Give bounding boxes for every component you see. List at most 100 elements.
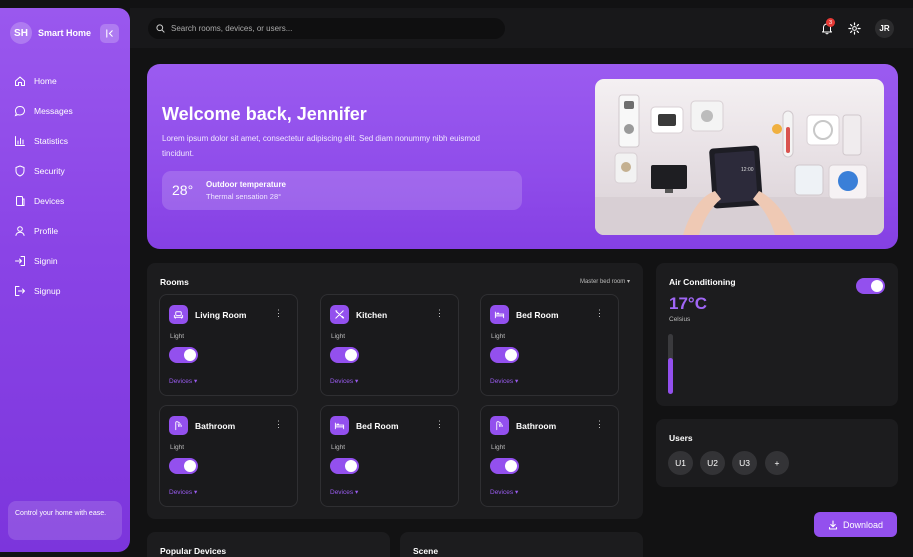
room-name: Living Room: [195, 310, 247, 320]
devices-dropdown[interactable]: Devices ▾: [330, 377, 358, 385]
ac-temperature: 17°C: [669, 294, 707, 313]
sidebar-promo-card: Control your home with ease.: [8, 501, 122, 540]
search-input[interactable]: [171, 24, 491, 33]
more-options-icon[interactable]: ⋮: [274, 308, 283, 319]
utensils-icon: [330, 305, 349, 324]
light-label: Light: [170, 333, 185, 340]
room-card-bathroom[interactable]: Bathroom ⋮ Light Devices ▾: [159, 405, 298, 507]
tablet-clock: 12:00: [741, 167, 754, 173]
more-options-icon[interactable]: ⋮: [435, 419, 444, 430]
sidebar-item-statistics[interactable]: Statistics: [14, 126, 119, 156]
sidebar-item-profile[interactable]: Profile: [14, 216, 119, 246]
devices-dropdown-label: Devices: [490, 489, 514, 496]
sidebar-item-home[interactable]: Home: [14, 66, 119, 96]
light-toggle[interactable]: [330, 347, 359, 363]
more-options-icon[interactable]: ⋮: [595, 308, 604, 319]
sidebar-item-label: Devices: [34, 196, 65, 206]
welcome-text: Lorem ipsum dolor sit amet, consectetur …: [162, 134, 480, 158]
brand: SH Smart Home: [10, 22, 91, 44]
brand-logo: SH: [10, 22, 32, 44]
sign-in-icon: [15, 256, 25, 266]
more-options-icon[interactable]: ⋮: [435, 308, 444, 319]
devices-dropdown-label: Devices: [330, 378, 354, 385]
room-card-bathroom-2[interactable]: Bathroom ⋮ Light Devices ▾: [480, 405, 619, 507]
shower-icon: [490, 416, 509, 435]
gear-icon[interactable]: [848, 22, 861, 35]
sidebar-item-label: Signin: [34, 256, 58, 266]
users-panel: Users U1 U2 U3 +: [656, 419, 898, 487]
light-toggle[interactable]: [169, 458, 198, 474]
rooms-panel: Rooms Master bed room ▾ Living Room ⋮ Li…: [147, 263, 643, 519]
light-toggle[interactable]: [490, 458, 519, 474]
collapse-sidebar-button[interactable]: [100, 24, 119, 43]
devices-dropdown[interactable]: Devices ▾: [169, 377, 197, 385]
temperature-slider[interactable]: [668, 334, 673, 394]
more-options-icon[interactable]: ⋮: [595, 419, 604, 430]
outdoor-temperature-label: Outdoor temperature: [206, 180, 287, 189]
bed-icon: [330, 416, 349, 435]
devices-icon: [16, 196, 25, 206]
user-avatar[interactable]: U2: [700, 451, 725, 475]
sidebar-item-signup[interactable]: Signup: [14, 276, 119, 306]
chevron-down-icon: ▾: [354, 489, 359, 496]
devices-dropdown[interactable]: Devices ▾: [330, 488, 358, 496]
sidebar-item-label: Signup: [34, 286, 61, 296]
chevron-down-icon: ▾: [514, 489, 519, 496]
sidebar-nav: Home Messages Statistics Security Device…: [14, 66, 119, 306]
sidebar-item-devices[interactable]: Devices: [14, 186, 119, 216]
light-label: Light: [331, 444, 346, 451]
room-selector[interactable]: Master bed room ▾: [580, 278, 630, 285]
air-conditioning-toggle[interactable]: [856, 278, 885, 294]
room-card-bed-room-2[interactable]: Bed Room ⋮ Light Devices ▾: [320, 405, 459, 507]
user-avatar[interactable]: U1: [668, 451, 693, 475]
search-icon: [156, 24, 165, 33]
room-name: Bathroom: [195, 421, 236, 431]
download-button[interactable]: Download: [814, 512, 897, 537]
shower-icon: [169, 416, 188, 435]
sign-up-icon: [15, 286, 25, 296]
room-name: Bed Room: [356, 421, 399, 431]
scene-title: Scene: [413, 546, 439, 556]
topbar: 3 JR: [130, 8, 913, 48]
sidebar-item-security[interactable]: Security: [14, 156, 119, 186]
popular-devices-title: Popular Devices: [160, 546, 227, 556]
devices-dropdown[interactable]: Devices ▾: [490, 377, 518, 385]
more-options-icon[interactable]: ⋮: [274, 419, 283, 430]
light-toggle[interactable]: [330, 458, 359, 474]
download-icon: [828, 519, 838, 530]
light-toggle[interactable]: [490, 347, 519, 363]
sidebar-item-label: Statistics: [34, 136, 69, 146]
air-conditioning-title: Air Conditioning: [669, 277, 736, 287]
light-label: Light: [331, 333, 346, 340]
temperature-slider-fill: [668, 358, 673, 394]
users-title: Users: [669, 433, 693, 443]
devices-dropdown[interactable]: Devices ▾: [490, 488, 518, 496]
brand-name: Smart Home: [38, 28, 92, 38]
room-selector-value: Master bed room: [579, 279, 626, 285]
room-card-living-room[interactable]: Living Room ⋮ Light Devices ▾: [159, 294, 298, 396]
outdoor-temperature-card: 28° Outdoor temperature Thermal sensatio…: [162, 171, 522, 210]
rooms-title: Rooms: [160, 277, 189, 287]
shield-icon: [15, 165, 25, 177]
chevron-down-icon: ▾: [193, 489, 198, 496]
add-user-button[interactable]: +: [765, 451, 789, 475]
light-toggle[interactable]: [169, 347, 198, 363]
sidebar: SH Smart Home Home Messages Statistics S…: [0, 8, 130, 552]
search-bar: [148, 18, 505, 39]
bed-icon: [490, 305, 509, 324]
sidebar-item-label: Profile: [34, 226, 59, 236]
welcome-banner: Welcome back, Jennifer Lorem ipsum dolor…: [147, 64, 898, 249]
bar-chart-icon: [15, 136, 25, 146]
devices-dropdown[interactable]: Devices ▾: [169, 488, 197, 496]
sidebar-item-signin[interactable]: Signin: [14, 246, 119, 276]
light-label: Light: [170, 444, 185, 451]
room-card-bed-room[interactable]: Bed Room ⋮ Light Devices ▾: [480, 294, 619, 396]
light-label: Light: [491, 333, 506, 340]
collapse-icon: [106, 29, 113, 38]
light-label: Light: [491, 444, 506, 451]
user-icon: [15, 226, 25, 236]
sidebar-item-messages[interactable]: Messages: [14, 96, 119, 126]
user-avatar[interactable]: U3: [732, 451, 757, 475]
avatar[interactable]: JR: [875, 19, 894, 38]
room-card-kitchen[interactable]: Kitchen ⋮ Light Devices ▾: [320, 294, 459, 396]
